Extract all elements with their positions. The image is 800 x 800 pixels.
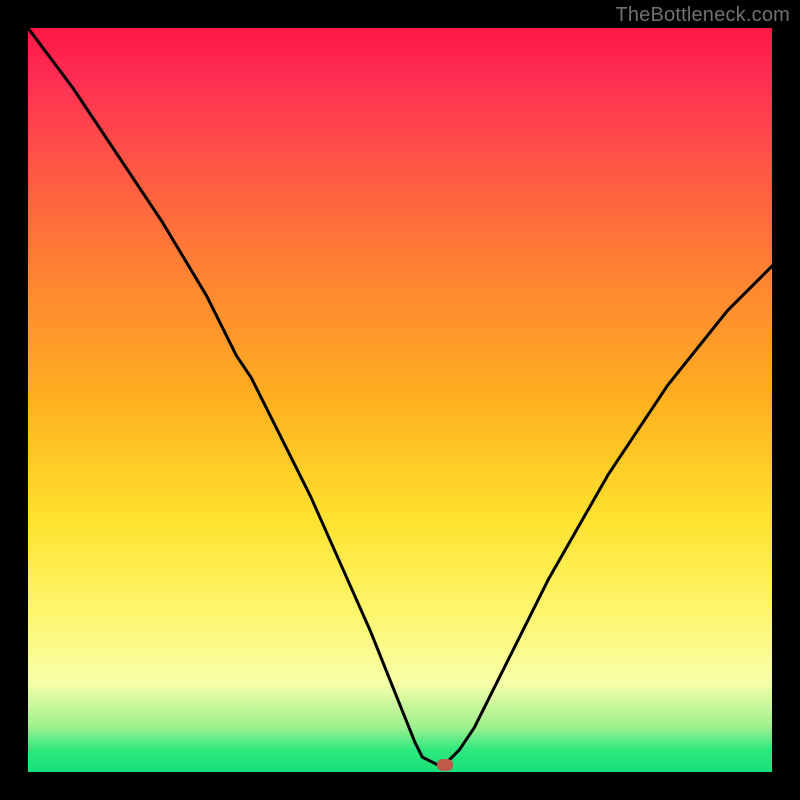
chart-frame: TheBottleneck.com (0, 0, 800, 800)
watermark-text: TheBottleneck.com (615, 4, 790, 27)
optimum-marker-icon (437, 759, 453, 771)
bottleneck-curve (28, 28, 772, 772)
plot-area (28, 28, 772, 772)
